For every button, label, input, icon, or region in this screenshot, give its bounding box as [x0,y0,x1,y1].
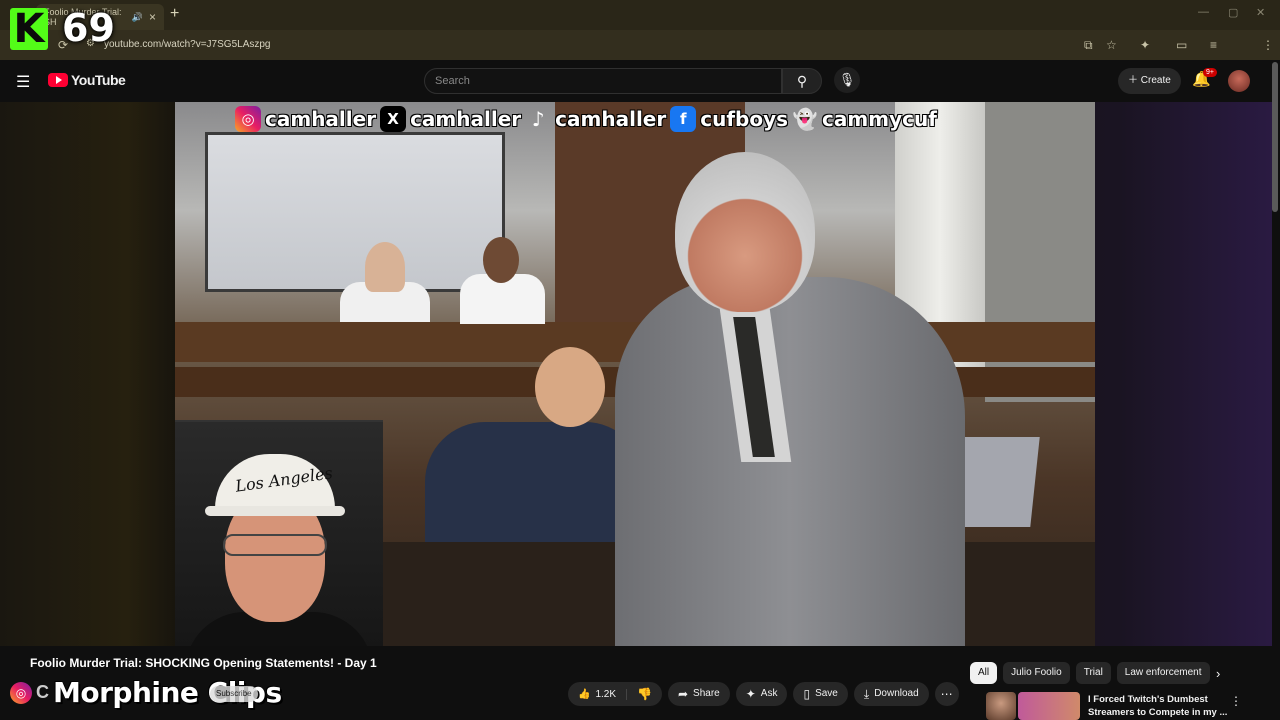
courtroom-window [205,132,505,292]
hat-brim [205,506,345,516]
notification-badge: 9+ [1203,68,1217,77]
media-controls-icon[interactable]: ≡ [1210,38,1217,52]
chip-trial[interactable]: Trial [1075,662,1111,684]
officer-head [365,242,405,292]
download-icon: ⤓ [863,687,870,701]
youtube-play-icon [48,73,68,87]
subscribe-button[interactable]: Subscribe [210,686,258,702]
microphone-icon[interactable]: 🎙 [834,67,860,93]
social-handle: camhaller [410,107,522,132]
video-title: Foolio Murder Trial: SHOCKING Opening St… [30,656,377,670]
avatar[interactable] [1228,70,1250,92]
search-icon[interactable]: ⚲ [782,68,822,94]
kebab-menu-icon[interactable]: ⋮ [1230,694,1242,708]
chip-law-enforcement[interactable]: Law enforcement [1116,662,1210,684]
snapchat-icon: 👻 [792,107,818,131]
speaker-icon[interactable]: 🔊 [132,12,143,23]
sidebar-icon[interactable]: ▭ [1176,38,1187,52]
sparkle-icon: ✦ [745,687,756,701]
hamburger-menu-icon[interactable]: ☰ [16,72,30,92]
window-close-icon[interactable]: ✕ [1256,6,1265,19]
page-scrollbar[interactable] [1272,62,1278,212]
download-label: Download [874,688,919,699]
chip-julio-foolio[interactable]: Julio Foolio [1003,662,1070,684]
video-info-area: Foolio Murder Trial: SHOCKING Opening St… [0,646,1280,720]
minimize-icon[interactable]: — [1198,6,1209,18]
new-tab-button[interactable]: + [170,5,179,23]
officer-head [483,237,519,283]
share-label: Share [693,688,720,699]
social-handle: camhaller [264,107,377,132]
like-button[interactable]: 👍 1.2K [568,688,628,700]
install-app-icon[interactable]: ⧉ [1084,38,1093,53]
streamer-facecam: Los Angeles [175,420,383,646]
thumbs-down-icon: 👎 [637,687,652,701]
thumbnail-face [1018,692,1080,720]
kick-logo: K [10,8,48,50]
chip-all[interactable]: All [970,662,998,684]
youtube-wordmark: YouTube [71,72,126,88]
recommended-title-line: I Forced Twitch's Dumbest [1088,694,1208,705]
attorney-head [535,347,605,427]
recommended-title[interactable]: I Forced Twitch's Dumbest Streamers to C… [1088,693,1228,719]
share-icon: ➦ [677,687,689,701]
social-handle: cufboys [700,107,789,132]
url-field[interactable]: youtube.com/watch?v=J7SG5LAszpg [104,39,270,50]
share-button[interactable]: ➦ Share [667,682,730,706]
download-button[interactable]: ⤓ Download [853,682,929,706]
facebook-icon: f [670,106,697,132]
video-actions: 👍 1.2K 👎 ➦ Share ✦ Ask ▯ Save ⤓ Download… [568,682,959,706]
browser-menu-icon[interactable]: ⋮ [1262,38,1274,52]
recommendation-chips: All Julio Foolio Trial Law enforcement [970,662,1210,684]
social-handles-overlay: ◎ camhaller X camhaller ♪ camhaller f cu… [235,106,937,132]
tiktok-icon: ♪ [531,107,545,131]
plus-icon: ＋ [1128,75,1141,86]
extensions-icon[interactable]: ✦ [1140,38,1150,52]
maximize-icon[interactable]: ▢ [1228,6,1238,19]
channel-c-glyph: C [36,682,49,702]
thumbnail-face [986,692,1016,720]
ask-button[interactable]: ✦ Ask [735,682,788,706]
dislike-button[interactable]: 👎 [627,687,662,701]
tab-close-icon[interactable]: × [149,10,156,24]
thumbs-up-icon: 👍 [578,688,591,700]
more-actions-icon[interactable]: ⋯ [934,682,959,706]
youtube-header: ☰ YouTube Search ⚲ 🎙 ＋ Create 🔔 9+ [0,60,1280,102]
create-button[interactable]: ＋ Create [1118,68,1181,94]
instagram-icon: ◎ [10,681,32,704]
save-label: Save [815,688,838,699]
browser-tab-bar: Foolio Murder Trial: SH 🔊 × + — ▢ ✕ [0,0,1280,30]
search-input[interactable]: Search [424,68,782,94]
viewer-count: 69 [62,6,115,50]
bookmark-star-icon[interactable]: ☆ [1106,38,1117,52]
address-bar: ⟳ ⚙ youtube.com/watch?v=J7SG5LAszpg ⧉ ☆ … [0,30,1280,81]
create-label: Create [1140,75,1171,86]
bookmark-icon: ▯ [803,687,811,701]
like-count: 1.2K [595,688,617,700]
recommended-thumbnail[interactable] [986,692,1086,720]
lawyer-head [675,152,815,312]
instagram-icon: ◎ [235,106,261,132]
social-handle: camhaller [555,107,667,132]
attorney-body [425,422,645,552]
like-dislike-group: 👍 1.2K 👎 [568,682,662,706]
recommended-title-line: Streamers to Compete in my ... [1088,707,1228,718]
ask-label: Ask [760,688,778,699]
x-icon: X [380,106,407,132]
streamer-glasses [223,534,327,556]
chevron-right-icon[interactable]: › [1216,666,1220,681]
social-handle: cammycuf [822,107,938,132]
save-button[interactable]: ▯ Save [793,682,848,706]
youtube-logo[interactable]: YouTube [48,72,126,88]
